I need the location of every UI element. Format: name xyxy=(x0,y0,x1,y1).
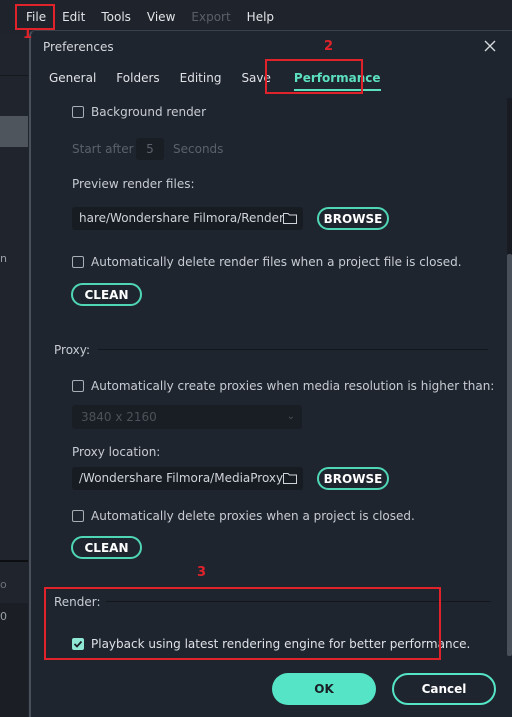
menu-help[interactable]: Help xyxy=(239,10,282,24)
background-render-checkbox[interactable] xyxy=(72,106,84,118)
tab-editing[interactable]: Editing xyxy=(180,71,222,91)
menu-bar: File Edit Tools View Export Help xyxy=(0,0,512,33)
clean-proxy-button[interactable]: CLEAN xyxy=(71,536,142,559)
auto-delete-render-checkbox[interactable] xyxy=(72,256,84,268)
annotation-marker-1: 1 xyxy=(23,27,33,42)
seconds-label: Seconds xyxy=(173,142,224,156)
menu-edit[interactable]: Edit xyxy=(54,10,93,24)
folder-icon[interactable] xyxy=(283,212,297,224)
background-text-fragment: n xyxy=(0,252,7,265)
tab-general[interactable]: General xyxy=(49,71,96,91)
auto-delete-render-option[interactable]: Automatically delete render files when a… xyxy=(72,255,462,269)
background-divider xyxy=(0,560,28,562)
auto-delete-proxy-label: Automatically delete proxies when a proj… xyxy=(91,509,415,523)
background-text-fragment: o xyxy=(0,578,7,591)
proxy-path-field[interactable]: /Wondershare Filmora/MediaProxy xyxy=(72,467,303,490)
annotation-box-performance xyxy=(265,59,363,94)
annotation-marker-2: 2 xyxy=(324,39,334,54)
close-icon xyxy=(484,40,496,52)
auto-delete-render-label: Automatically delete render files when a… xyxy=(91,255,462,269)
menu-tools[interactable]: Tools xyxy=(93,10,139,24)
proxy-location-label: Proxy location: xyxy=(72,445,161,459)
proxy-resolution-select[interactable]: 3840 x 2160 ⌄ xyxy=(72,405,302,429)
annotation-box-file xyxy=(15,4,55,30)
auto-create-proxy-option[interactable]: Automatically create proxies when media … xyxy=(72,379,494,393)
proxy-divider xyxy=(98,349,488,350)
proxy-path-value: /Wondershare Filmora/MediaProxy xyxy=(79,471,284,485)
proxy-section-title: Proxy: xyxy=(54,343,91,357)
auto-delete-proxy-checkbox[interactable] xyxy=(72,510,84,522)
background-divider xyxy=(0,75,28,76)
render-path-field[interactable]: hare/Wondershare Filmora/Render xyxy=(72,207,303,230)
start-after-label: Start after xyxy=(72,142,134,156)
menu-export: Export xyxy=(191,9,231,24)
background-render-label: Background render xyxy=(91,105,206,119)
background-selected-item xyxy=(0,116,28,147)
chevron-down-icon: ⌄ xyxy=(286,411,295,422)
clean-render-button[interactable]: CLEAN xyxy=(71,283,142,306)
browse-proxy-button[interactable]: BROWSE xyxy=(317,467,389,490)
proxy-resolution-value: 3840 x 2160 xyxy=(81,410,157,424)
close-button[interactable] xyxy=(482,38,498,54)
dialog-title: Preferences xyxy=(43,40,114,54)
render-path-value: hare/Wondershare Filmora/Render xyxy=(79,211,284,225)
background-text-fragment: 0 xyxy=(0,610,7,623)
preview-render-files-label: Preview render files: xyxy=(72,177,195,191)
auto-create-proxy-checkbox[interactable] xyxy=(72,380,84,392)
cancel-button[interactable]: Cancel xyxy=(392,673,496,705)
start-after-input[interactable]: 5 xyxy=(136,138,164,160)
annotation-marker-3: 3 xyxy=(197,565,207,580)
scrollbar-thumb[interactable] xyxy=(507,254,512,656)
scrollbar-track[interactable] xyxy=(507,98,512,255)
annotation-box-render xyxy=(44,587,441,660)
ok-button[interactable]: OK xyxy=(272,673,376,705)
browse-render-button[interactable]: BROWSE xyxy=(317,207,389,230)
menu-view[interactable]: View xyxy=(139,10,183,24)
tab-folders[interactable]: Folders xyxy=(116,71,159,91)
auto-delete-proxy-option[interactable]: Automatically delete proxies when a proj… xyxy=(72,509,415,523)
folder-icon[interactable] xyxy=(283,472,297,484)
background-render-option[interactable]: Background render xyxy=(72,105,206,119)
auto-create-proxy-label: Automatically create proxies when media … xyxy=(91,379,495,393)
